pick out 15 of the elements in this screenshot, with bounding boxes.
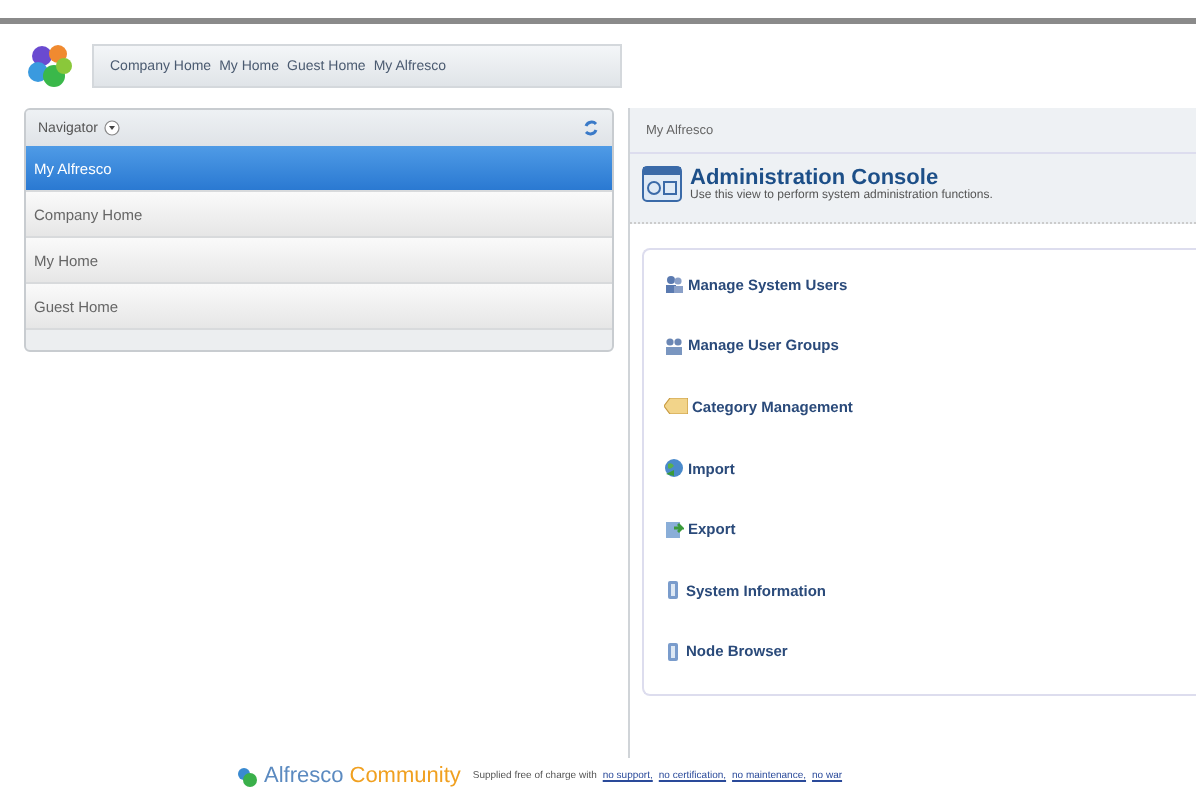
brand-edition: Community: [349, 764, 461, 788]
flower-logo: [24, 42, 76, 90]
group-icon: [664, 335, 684, 356]
page-title: Administration Console: [690, 166, 941, 190]
export-icon: [664, 519, 684, 540]
caret-icon[interactable]: [103, 120, 120, 136]
console-icon: [642, 166, 682, 202]
info-icon: [664, 580, 682, 601]
refresh-icon[interactable]: [582, 118, 600, 138]
alfresco-logo-icon: [236, 765, 258, 787]
users-icon: [664, 274, 684, 295]
info-icon: [664, 641, 682, 662]
globe-icon: [664, 458, 684, 479]
brand-name: Alfresco: [264, 764, 344, 788]
tag-icon: [664, 398, 688, 415]
